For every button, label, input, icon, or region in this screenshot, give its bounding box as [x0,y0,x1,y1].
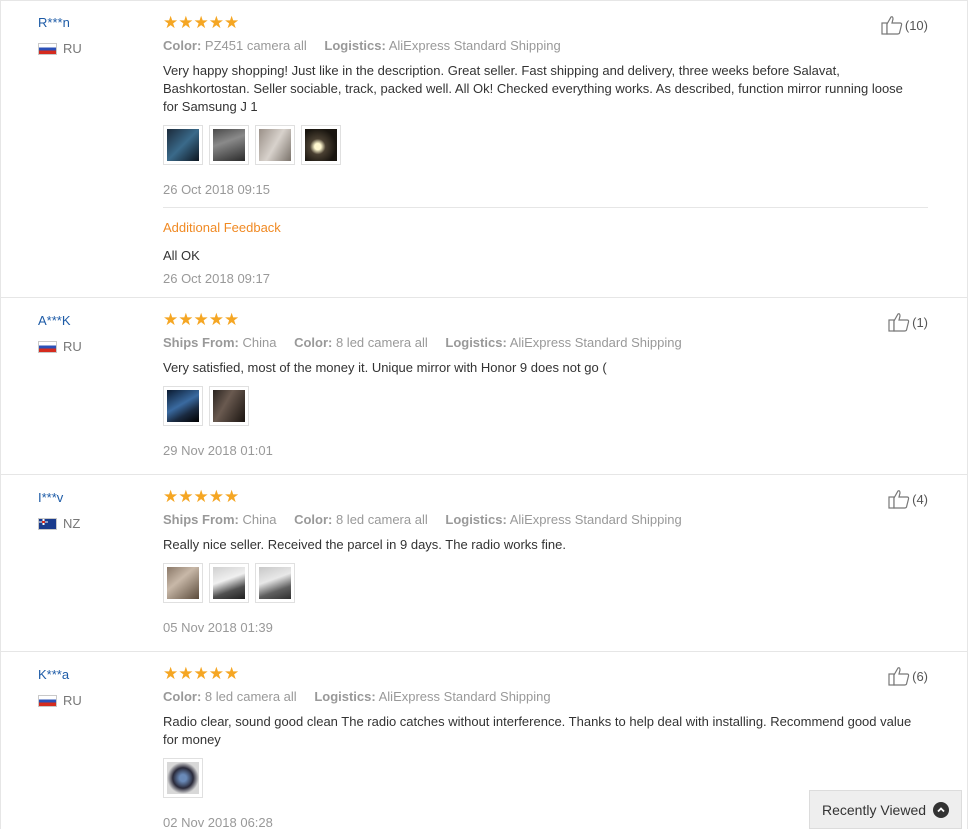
star-icons: ★★★★★ [163,310,240,329]
review-attributes: Ships From: China Color: 8 led camera al… [163,335,696,350]
country-code: NZ [63,516,81,531]
star-icons: ★★★★★ [163,13,240,32]
chevron-up-icon [933,801,949,818]
divider [163,207,928,208]
star-icons: ★★★★★ [163,487,240,506]
reviewer-country: NZ [38,516,80,531]
reviewer-name[interactable]: A***K [38,313,71,328]
attr-value: AliExpress Standard Shipping [388,38,561,53]
country-code: RU [63,41,82,56]
review-photo[interactable] [255,125,295,165]
attr-key: Logistics: [314,689,376,704]
rating-stars: ★★★★★ [163,311,239,328]
attr-value: China [242,335,277,350]
attr-value: 8 led camera all [335,512,428,527]
review-photo[interactable] [301,125,341,165]
country-code: RU [63,693,82,708]
review-attributes: Color: PZ451 camera all Logistics: AliEx… [163,38,575,53]
attr-value: 8 led camera all [335,335,428,350]
review-text: Very satisfied, most of the money it. Un… [163,360,607,375]
review-photo[interactable] [163,758,203,798]
additional-feedback-title: Additional Feedback [163,220,281,235]
country-code: RU [63,339,82,354]
additional-feedback-text: All OK [163,248,200,263]
rating-stars: ★★★★★ [163,488,239,505]
review-attributes: Color: 8 led camera all Logistics: AliEx… [163,689,565,704]
review-divider [0,474,968,475]
thumbs-up-icon [888,313,910,332]
review-text: Very happy shopping! Just like in the de… [163,63,903,114]
review-attributes: Ships From: China Color: 8 led camera al… [163,512,696,527]
review-photos [163,125,341,165]
review-photo[interactable] [163,563,203,603]
review-photo[interactable] [209,125,249,165]
attr-key: Ships From: [163,335,239,350]
review-divider [0,297,968,298]
review-date: 02 Nov 2018 06:28 [163,815,273,830]
attr-value: PZ451 camera all [204,38,307,53]
reviewer-name[interactable]: I***v [38,490,63,505]
attr-value: AliExpress Standard Shipping [378,689,551,704]
review-date: 26 Oct 2018 09:15 [163,182,270,197]
helpful-count: (4) [912,491,928,507]
attr-key: Color: [163,689,202,704]
reviewer-name[interactable]: R***n [38,15,70,30]
helpful-count: (6) [912,668,928,684]
flag-ru-icon [38,694,57,707]
review-photo[interactable] [163,125,203,165]
helpful-button[interactable]: (10) [881,15,928,35]
reviews-panel [0,0,968,829]
attr-value: China [242,512,277,527]
review-date: 05 Nov 2018 01:39 [163,620,273,635]
attr-key: Color: [163,38,202,53]
attr-value: AliExpress Standard Shipping [509,512,682,527]
attr-key: Color: [294,335,333,350]
review-photo[interactable] [255,563,295,603]
review-photos [163,563,295,603]
review-text: Radio clear, sound good clean The radio … [163,714,912,747]
reviewer-country: RU [38,693,82,708]
flag-nz-icon [38,517,57,530]
review-photos [163,758,203,798]
reviewer-country: RU [38,339,82,354]
rating-stars: ★★★★★ [163,14,239,31]
attr-key: Color: [294,512,333,527]
flag-ru-icon [38,340,57,353]
reviewer-name[interactable]: K***a [38,667,69,682]
helpful-button[interactable]: (6) [888,666,928,686]
helpful-count: (10) [904,17,928,33]
review-photo[interactable] [209,386,249,426]
thumbs-up-icon [888,667,910,686]
review-photo[interactable] [209,563,249,603]
attr-value: AliExpress Standard Shipping [509,335,682,350]
attr-value: 8 led camera all [204,689,297,704]
attr-key: Logistics: [445,335,507,350]
helpful-button[interactable]: (1) [888,312,928,332]
recently-viewed-label: Recently Viewed [822,801,927,818]
rating-stars: ★★★★★ [163,665,239,682]
attr-key: Logistics: [445,512,507,527]
review-text: Really nice seller. Received the parcel … [163,537,566,552]
thumbs-up-icon [881,16,903,35]
review-date: 29 Nov 2018 01:01 [163,443,273,458]
additional-feedback-date: 26 Oct 2018 09:17 [163,271,270,286]
attr-key: Logistics: [324,38,386,53]
review-photo[interactable] [163,386,203,426]
thumbs-up-icon [888,490,910,509]
reviewer-country: RU [38,41,82,56]
flag-ru-icon [38,42,57,55]
review-photos [163,386,249,426]
helpful-button[interactable]: (4) [888,489,928,509]
attr-key: Ships From: [163,512,239,527]
recently-viewed-button[interactable]: Recently Viewed [809,790,962,829]
star-icons: ★★★★★ [163,664,240,683]
helpful-count: (1) [912,314,928,330]
review-divider [0,651,968,652]
